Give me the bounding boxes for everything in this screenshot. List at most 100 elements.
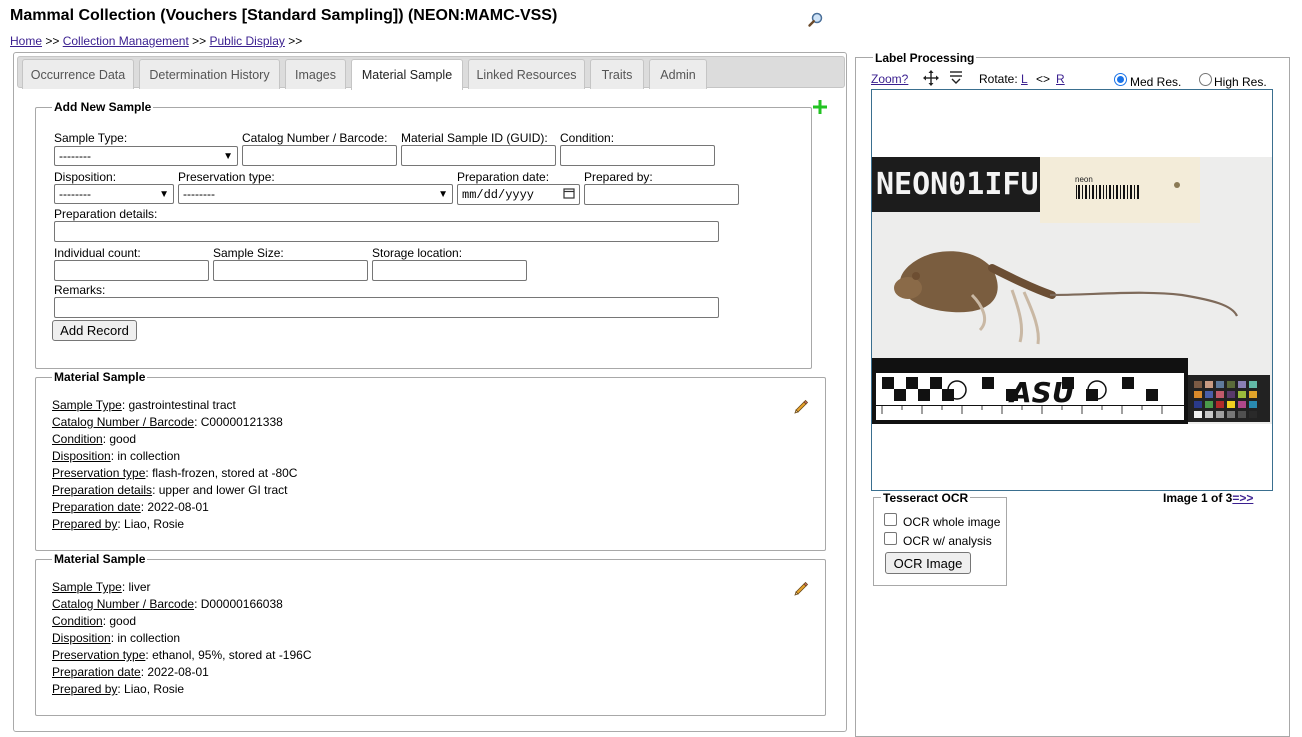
preparation-date-label: Preparation date: — [457, 170, 550, 184]
field-label: Disposition — [52, 449, 111, 463]
tab-material-sample[interactable]: Material Sample — [351, 59, 463, 90]
high-res-label: High Res. — [1214, 75, 1267, 89]
page-title: Mammal Collection (Vouchers [Standard Sa… — [10, 7, 558, 24]
sample-field-row: Preparation date: 2022-08-01 — [52, 665, 209, 679]
specimen-tag-text: NEON01IFU — [876, 167, 1039, 202]
sample-field-row: Catalog Number / Barcode: D00000166038 — [52, 597, 283, 611]
disposition-select[interactable]: -------- ▼ — [54, 184, 174, 204]
breadcrumb-separator: >> — [45, 34, 60, 48]
sample-field-row: Sample Type: gastrointestinal tract — [52, 398, 236, 412]
condition-label: Condition: — [560, 131, 615, 145]
preservation-type-select-value: -------- — [183, 187, 215, 201]
label-processing-title: Label Processing — [873, 51, 977, 65]
remarks-input[interactable] — [54, 297, 719, 318]
next-image-link[interactable]: =>> — [1232, 491, 1253, 505]
material-sample-id-input[interactable] — [401, 145, 556, 166]
prepared-by-label: Prepared by: — [584, 170, 653, 184]
preservation-type-label: Preservation type: — [178, 170, 275, 184]
chevron-down-icon: ▼ — [159, 188, 169, 200]
field-label: Preparation details — [52, 483, 153, 497]
field-value: D00000166038 — [200, 597, 283, 611]
field-value: 2022-08-01 — [147, 500, 209, 514]
preparation-date-input[interactable]: mm/dd/yyyy — [457, 184, 580, 205]
ocr-image-button[interactable]: OCR Image — [885, 552, 971, 574]
ocr-with-analysis-label: OCR w/ analysis — [903, 534, 992, 548]
ocr-whole-image-checkbox[interactable] — [884, 513, 897, 526]
breadcrumb-home-link[interactable]: Home — [10, 34, 42, 48]
add-sample-plus-icon[interactable] — [812, 99, 828, 118]
ocr-legend: Tesseract OCR — [881, 491, 971, 505]
field-value: good — [109, 614, 137, 628]
field-label: Preservation type — [52, 648, 146, 662]
tab-images[interactable]: Images — [285, 59, 346, 89]
field-label: Catalog Number / Barcode — [52, 597, 195, 611]
add-record-button[interactable]: Add Record — [52, 320, 137, 341]
search-icon[interactable] — [807, 11, 825, 29]
sample-field-row: Sample Type: liver — [52, 580, 151, 594]
high-res-radio[interactable] — [1199, 73, 1212, 86]
field-label: Catalog Number / Barcode — [52, 415, 195, 429]
field-label: Preparation date — [52, 500, 141, 514]
sample-type-label: Sample Type: — [54, 131, 128, 145]
field-value: upper and lower GI tract — [158, 483, 288, 497]
material-sample-id-label: Material Sample ID (GUID): — [401, 131, 548, 145]
move-arrows-icon[interactable] — [923, 70, 939, 89]
sample-field-row: Disposition: in collection — [52, 631, 181, 645]
field-label: Condition — [52, 432, 103, 446]
field-label: Sample Type — [52, 398, 122, 412]
field-value: in collection — [117, 631, 181, 645]
tab-occurrence-data[interactable]: Occurrence Data — [22, 59, 134, 89]
specimen-image[interactable]: NEON01IFU neon ASU — [871, 89, 1273, 491]
sample-size-input[interactable] — [213, 260, 368, 281]
material-sample-legend: Material Sample — [54, 552, 146, 566]
tab-linked-resources[interactable]: Linked Resources — [468, 59, 585, 89]
edit-pencil-icon[interactable] — [793, 399, 809, 418]
sample-type-select[interactable]: -------- ▼ — [54, 146, 238, 166]
breadcrumb-collection-management-link[interactable]: Collection Management — [63, 34, 189, 48]
image-counter: Image 1 of 3=>> — [1163, 491, 1253, 505]
breadcrumb-separator: >> — [192, 34, 207, 48]
prepared-by-input[interactable] — [584, 184, 739, 205]
preparation-details-label: Preparation details: — [54, 207, 158, 221]
catalog-number-input[interactable] — [242, 145, 397, 166]
field-value: flash-frozen, stored at -80C — [152, 466, 298, 480]
field-value: liver — [128, 580, 151, 594]
remarks-label: Remarks: — [54, 283, 106, 297]
breadcrumb-public-display-link[interactable]: Public Display — [210, 34, 285, 48]
rotate-left-link[interactable]: L — [1021, 72, 1028, 86]
field-label: Preparation date — [52, 665, 141, 679]
rotate-right-link[interactable]: R — [1056, 72, 1065, 86]
individual-count-input[interactable] — [54, 260, 209, 281]
sample-field-row: Disposition: in collection — [52, 449, 181, 463]
sample-field-row: Condition: good — [52, 432, 137, 446]
preparation-details-input[interactable] — [54, 221, 719, 242]
sample-field-row: Preparation details: upper and lower GI … — [52, 483, 288, 497]
sample-field-row: Catalog Number / Barcode: C00000121338 — [52, 415, 283, 429]
tab-admin[interactable]: Admin — [649, 59, 707, 89]
condition-input[interactable] — [560, 145, 715, 166]
zoom-link[interactable]: Zoom? — [871, 72, 908, 86]
storage-location-input[interactable] — [372, 260, 527, 281]
label-brand-text: neon — [1075, 175, 1093, 184]
med-res-radio[interactable] — [1114, 73, 1127, 86]
edit-pencil-icon[interactable] — [793, 581, 809, 600]
chevron-down-icon: ▼ — [438, 188, 448, 200]
field-value: in collection — [117, 449, 181, 463]
preservation-type-select[interactable]: -------- ▼ — [178, 184, 453, 204]
ocr-with-analysis-checkbox[interactable] — [884, 532, 897, 545]
image-counter-text: Image 1 of 3 — [1163, 491, 1233, 505]
field-value: good — [109, 432, 137, 446]
sample-field-row: Condition: good — [52, 614, 137, 628]
calendar-icon[interactable] — [563, 187, 575, 203]
field-label: Prepared by — [52, 682, 118, 696]
tab-determination-history[interactable]: Determination History — [139, 59, 280, 89]
ruler-brand-text: ASU — [1008, 376, 1075, 409]
rotate-separator: <> — [1036, 72, 1051, 86]
breadcrumb-separator: >> — [288, 34, 303, 48]
chevron-down-icon: ▼ — [223, 150, 233, 162]
field-value: C00000121338 — [200, 415, 283, 429]
filter-lines-icon[interactable] — [949, 70, 963, 89]
field-value: Liao, Rosie — [124, 682, 185, 696]
tab-traits[interactable]: Traits — [590, 59, 644, 89]
sample-field-row: Preparation date: 2022-08-01 — [52, 500, 209, 514]
